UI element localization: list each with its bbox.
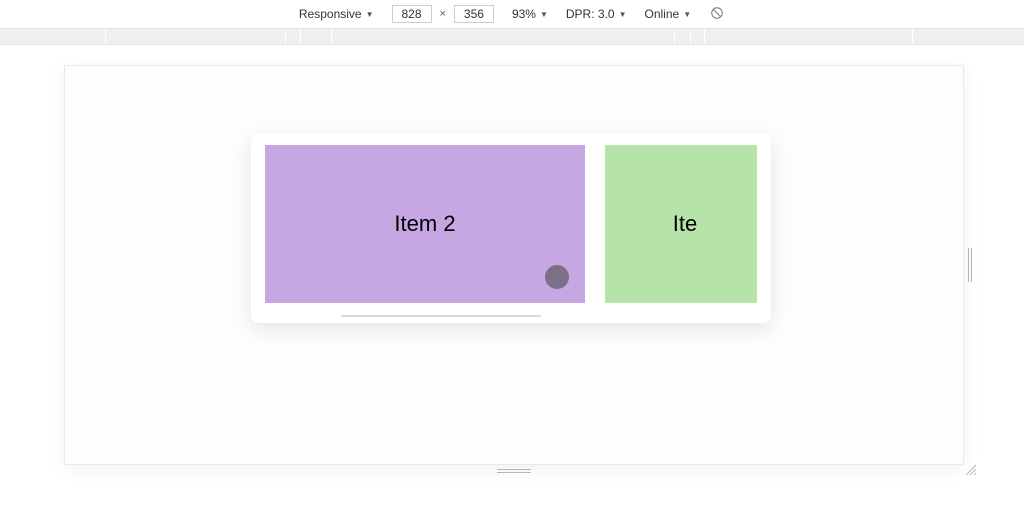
device-mode-dropdown[interactable]: Responsive ▼ bbox=[299, 7, 374, 21]
chevron-down-icon: ▼ bbox=[619, 10, 627, 19]
device-stage: Item 2 Ite bbox=[0, 45, 1024, 519]
carousel-item-label: Item 2 bbox=[394, 211, 455, 237]
ruler-tick bbox=[300, 29, 301, 44]
ruler-tick bbox=[674, 29, 675, 44]
ruler-tick bbox=[105, 29, 106, 44]
resize-handle-right[interactable] bbox=[963, 66, 977, 464]
ruler-tick bbox=[331, 29, 332, 44]
dimensions-separator: × bbox=[440, 8, 446, 20]
device-toolbar: Responsive ▼ × 93% ▼ DPR: 3.0 ▼ Online ▼ bbox=[0, 0, 1024, 28]
chevron-down-icon: ▼ bbox=[540, 10, 548, 19]
carousel-item[interactable]: Item 2 bbox=[265, 145, 585, 303]
device-viewport[interactable]: Item 2 Ite bbox=[64, 65, 964, 465]
device-mode-label: Responsive bbox=[299, 7, 362, 21]
resize-handle-corner[interactable] bbox=[963, 464, 977, 478]
ruler-tick bbox=[285, 29, 286, 44]
breakpoint-ruler[interactable] bbox=[0, 28, 1024, 45]
width-input[interactable] bbox=[392, 5, 432, 23]
dpr-label: DPR: 3.0 bbox=[566, 7, 615, 21]
grip-icon bbox=[497, 469, 531, 473]
carousel-card: Item 2 Ite bbox=[251, 133, 771, 323]
carousel-item[interactable]: Ite bbox=[605, 145, 757, 303]
ruler-tick bbox=[912, 29, 913, 44]
chevron-down-icon: ▼ bbox=[366, 10, 374, 19]
touch-indicator-icon bbox=[545, 265, 569, 289]
network-dropdown[interactable]: Online ▼ bbox=[645, 7, 692, 21]
zoom-dropdown[interactable]: 93% ▼ bbox=[512, 7, 548, 21]
ruler-tick bbox=[690, 29, 691, 44]
dimensions-group: × bbox=[392, 5, 494, 23]
carousel-item-label: Ite bbox=[673, 211, 697, 237]
rotate-button[interactable] bbox=[709, 6, 725, 22]
grip-icon bbox=[968, 248, 972, 282]
network-label: Online bbox=[645, 7, 680, 21]
rotate-icon bbox=[710, 6, 724, 23]
zoom-label: 93% bbox=[512, 7, 536, 21]
dpr-dropdown[interactable]: DPR: 3.0 ▼ bbox=[566, 7, 627, 21]
chevron-down-icon: ▼ bbox=[683, 10, 691, 19]
corner-grip-icon bbox=[964, 462, 976, 480]
horizontal-scrollbar[interactable] bbox=[341, 315, 541, 317]
ruler-tick bbox=[704, 29, 705, 44]
height-input[interactable] bbox=[454, 5, 494, 23]
resize-handle-bottom[interactable] bbox=[65, 464, 963, 478]
carousel-scroller[interactable]: Item 2 Ite bbox=[265, 145, 757, 305]
